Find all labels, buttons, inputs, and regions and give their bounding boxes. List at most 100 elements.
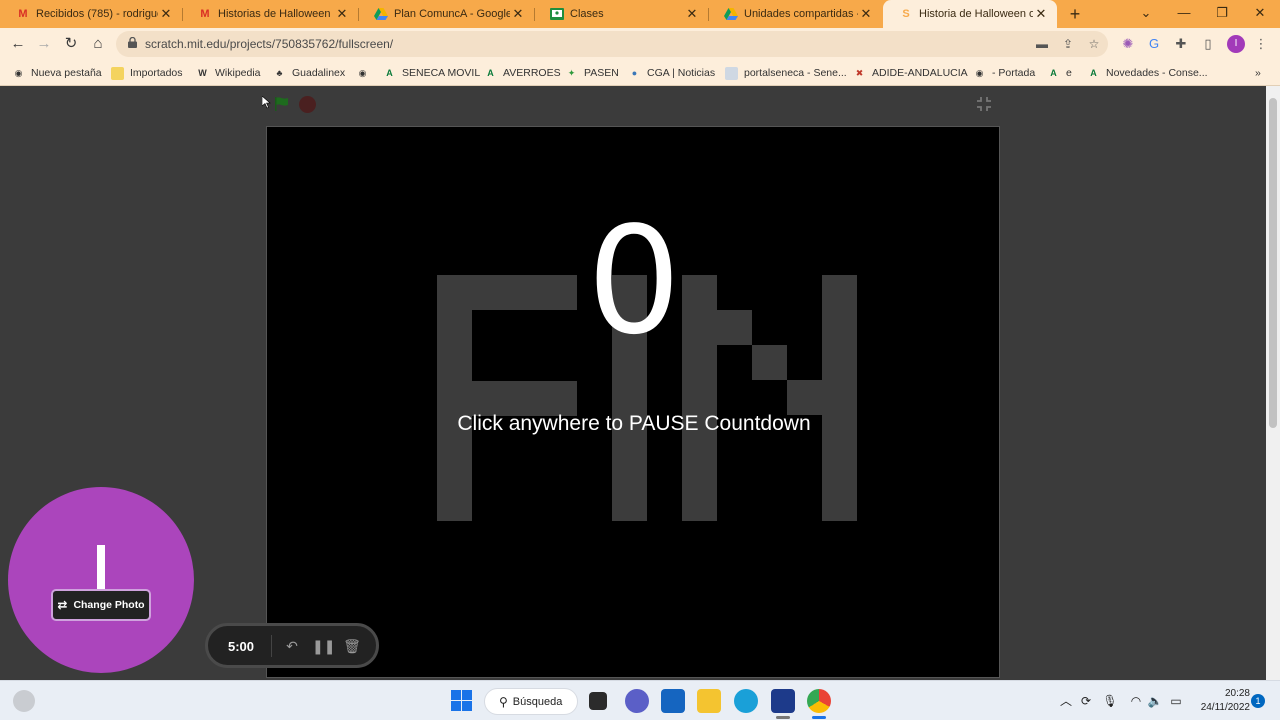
stop-icon[interactable] (299, 96, 316, 113)
close-icon[interactable]: ✕ (858, 6, 874, 22)
bookmark-guadalinex[interactable]: ♣ Guadalinex (273, 64, 346, 82)
taskbar-clock[interactable]: 20:28 24/11/2022 (1192, 687, 1250, 715)
microsoft-store-icon[interactable] (661, 689, 685, 713)
bookmark-portalseneca[interactable]: portalseneca - Sene... (725, 64, 847, 82)
page-icon (725, 66, 738, 80)
battery-icon[interactable]: ▭ (1168, 693, 1184, 709)
windows-taskbar: ⚲ Búsqueda ︿ ⟳ 🎙 ◠ 🔈 ▭ 20:28 24/11/2022 … (0, 680, 1280, 720)
google-classroom-icon (550, 7, 564, 21)
bookmark-novedades[interactable]: A Novedades - Conse... (1087, 64, 1207, 82)
tray-chevron-icon[interactable]: ︿ (1058, 693, 1074, 709)
close-icon[interactable]: ✕ (510, 6, 526, 22)
tab-title: Recibidos (785) - rodriguez (36, 8, 158, 20)
teams-chat-icon[interactable] (625, 689, 649, 713)
home-button[interactable]: ⌂ (86, 32, 110, 56)
bookmark-seneca-movil[interactable]: A SENECA MOVIL (383, 64, 480, 82)
tab-unidades-compartidas[interactable]: Unidades compartidas - Go ✕ (708, 0, 882, 28)
pause-icon[interactable]: ❚❚ (312, 636, 335, 656)
tab-gmail-halloween[interactable]: M Historias de Halloween en S ✕ (182, 0, 358, 28)
extension-flower-icon[interactable]: ✺ (1118, 34, 1138, 54)
green-flag-icon[interactable] (272, 95, 290, 113)
bookmark-averroes[interactable]: A AVERROES (484, 64, 560, 82)
profile-avatar[interactable]: I (1227, 35, 1245, 53)
timer-control: 5:00 ↶ ❚❚ 🗑 (205, 623, 379, 668)
bookmark-importados[interactable]: Importados (111, 64, 183, 82)
webcam-bubble[interactable] (8, 487, 194, 673)
tab-clases[interactable]: Clases ✕ (534, 0, 708, 28)
window-close-button[interactable]: ✕ (1242, 0, 1278, 28)
cga-icon: ● (631, 68, 638, 78)
sync-icon[interactable]: ⟳ (1078, 693, 1094, 709)
tab-strip: M Recibidos (785) - rodriguez ✕ M Histor… (0, 0, 1280, 28)
exit-fullscreen-icon[interactable] (976, 96, 992, 112)
trash-icon[interactable]: 🗑 (342, 636, 362, 656)
bookmark-globe[interactable]: ◉ (356, 64, 375, 82)
chrome-icon[interactable] (807, 689, 831, 713)
bookmark-star-icon[interactable]: ☆ (1086, 36, 1102, 52)
bookmark-pasen[interactable]: ✦ PASEN (565, 64, 619, 82)
google-drive-icon (374, 7, 388, 21)
widgets-icon[interactable] (13, 690, 35, 712)
share-icon[interactable]: ⇪ (1060, 36, 1076, 52)
junta-andalucia-icon: A (386, 68, 393, 78)
google-drive-icon (724, 7, 738, 21)
close-icon[interactable]: ✕ (158, 6, 174, 22)
back-button[interactable]: ← (6, 32, 30, 56)
wifi-icon[interactable]: ◠ (1128, 693, 1144, 709)
notification-badge[interactable]: 1 (1251, 694, 1265, 708)
bookmark-adide-andalucia[interactable]: ✖ ADIDE-ANDALUCIA (853, 64, 968, 82)
close-icon[interactable]: ✕ (334, 6, 350, 22)
tab-title: Clases (570, 8, 604, 20)
extensions-puzzle-icon[interactable]: ✚ (1171, 34, 1191, 54)
tab-title: Historias de Halloween en S (218, 8, 334, 20)
vertical-scrollbar[interactable] (1266, 86, 1280, 680)
tab-gmail-inbox[interactable]: M Recibidos (785) - rodriguez ✕ (0, 0, 182, 28)
reload-button[interactable]: ↻ (59, 32, 83, 56)
tab-title: Historia de Halloween on S (919, 8, 1033, 20)
webex-icon[interactable] (771, 689, 795, 713)
globe-icon: ◉ (14, 67, 23, 78)
edge-icon[interactable] (734, 689, 758, 713)
scratch-icon: S (902, 8, 910, 20)
taskbar-search[interactable]: ⚲ Búsqueda (484, 688, 578, 715)
pause-hint-text: Click anywhere to PAUSE Countdown (457, 412, 811, 435)
scratch-stage[interactable]: 0 Click anywhere to PAUSE Countdown (266, 126, 1000, 678)
change-photo-button[interactable]: ⇄ Change Photo (51, 589, 151, 621)
volume-icon[interactable]: 🔈 (1147, 693, 1163, 709)
tab-scratch-halloween[interactable]: S Historia de Halloween on S ✕ (883, 0, 1057, 28)
scrollbar-thumb[interactable] (1269, 98, 1277, 428)
search-icon: ⚲ (499, 694, 508, 709)
gmail-icon: M (200, 8, 210, 20)
avatar-initial-bar (97, 545, 105, 591)
bookmarks-bar: ◉ Nueva pestaña Importados W Wikipedia ♣ Gu… (0, 60, 1280, 86)
bookmark-nueva-pestana[interactable]: ◉ Nueva pestaña (12, 64, 102, 82)
forward-button[interactable]: → (32, 32, 56, 56)
minimize-button[interactable]: — (1166, 0, 1202, 28)
windows-start-icon[interactable] (451, 690, 472, 711)
bookmark-cga-noticias[interactable]: ● CGA | Noticias (628, 64, 715, 82)
side-panel-icon[interactable]: ▯ (1198, 34, 1218, 54)
swap-icon: ⇄ (57, 598, 68, 612)
pasen-icon: ✦ (567, 67, 576, 78)
camera-blocked-icon[interactable]: ▬ (1034, 36, 1050, 52)
tab-search-icon[interactable]: ⌄ (1128, 0, 1164, 28)
globe-icon: ◉ (358, 67, 367, 78)
undo-icon[interactable]: ↶ (282, 636, 302, 656)
guadalinex-icon: ♣ (276, 68, 283, 78)
restore-button[interactable]: ❐ (1204, 0, 1240, 28)
globe-icon: ◉ (975, 67, 984, 78)
bookmark-wikipedia[interactable]: W Wikipedia (196, 64, 260, 82)
task-view-icon[interactable] (589, 692, 607, 710)
translate-extension-icon[interactable]: G (1144, 34, 1164, 54)
file-explorer-icon[interactable] (697, 689, 721, 713)
tab-plan-comunca[interactable]: Plan ComuncA - Google Dr ✕ (358, 0, 534, 28)
bookmark-portada[interactable]: ◉ - Portada (973, 64, 1036, 82)
microphone-icon[interactable]: 🎙 (1102, 693, 1118, 709)
more-bookmarks-icon[interactable]: » (1255, 64, 1261, 82)
bookmark-e[interactable]: Ae (1047, 64, 1072, 82)
close-icon[interactable]: ✕ (684, 6, 700, 22)
address-bar[interactable]: scratch.mit.edu/projects/750835762/fulls… (116, 31, 1108, 57)
close-icon[interactable]: ✕ (1033, 6, 1049, 22)
menu-kebab-icon[interactable]: ⋮ (1251, 34, 1271, 54)
new-tab-button[interactable]: + (1064, 3, 1086, 25)
